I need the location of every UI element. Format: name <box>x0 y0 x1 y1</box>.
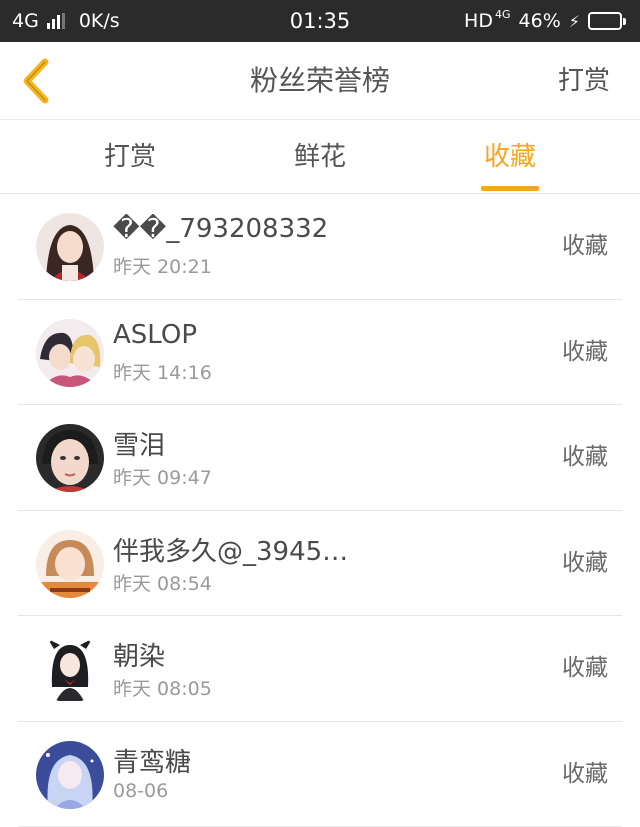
avatar <box>36 318 104 387</box>
reward-button[interactable]: 打赏 <box>558 42 610 120</box>
row-action-label: 收藏 <box>562 760 608 787</box>
avatar <box>36 213 104 281</box>
list-item[interactable]: 青鸾糖 08-06 收藏 <box>18 722 622 827</box>
page-title: 粉丝荣誉榜 <box>249 64 390 97</box>
fan-time: 昨天 20:21 <box>113 256 212 278</box>
list-item[interactable]: 雪泪 昨天 09:47 收藏 <box>18 405 622 511</box>
tab-reward[interactable]: 打赏 <box>90 120 170 194</box>
battery-percent: 46% <box>518 10 561 32</box>
network-type: 4G <box>12 10 39 32</box>
active-tab-indicator <box>481 186 539 191</box>
battery-icon <box>588 12 626 30</box>
row-action-label: 收藏 <box>562 338 608 365</box>
row-action-label: 收藏 <box>562 655 608 681</box>
avatar <box>36 424 104 492</box>
row-action-label: 收藏 <box>562 233 608 259</box>
network-speed: 0K/s <box>78 10 120 32</box>
row-action-label: 收藏 <box>562 444 608 470</box>
fan-name: ASLOP <box>113 319 197 350</box>
fan-time: 08-06 <box>113 779 169 802</box>
fan-name: 雪泪 <box>113 431 166 461</box>
fan-name: 青鸾糖 <box>113 747 192 778</box>
fan-list: ��_793208332 昨天 20:21 收藏 ASLOP 昨天 14:16 … <box>0 194 640 827</box>
signal-icon <box>46 13 65 29</box>
status-bar: 4G 0K/s 01:35 HD 4G 46% ⚡ <box>0 0 640 42</box>
status-right: HD 4G 46% ⚡ <box>464 8 626 32</box>
row-action-label: 收藏 <box>562 549 608 576</box>
list-item[interactable]: 伴我多久@_3945… 昨天 08:54 收藏 <box>18 511 622 616</box>
avatar <box>36 529 104 598</box>
nav-header: 粉丝荣誉榜 打赏 <box>0 42 640 120</box>
fan-name: 伴我多久@_3945… <box>113 536 349 567</box>
fan-name: 朝染 <box>113 642 166 672</box>
avatar <box>36 740 104 809</box>
list-item[interactable]: 朝染 昨天 08:05 收藏 <box>18 616 622 722</box>
list-item[interactable]: ��_793208332 昨天 20:21 收藏 <box>18 194 622 300</box>
fan-time: 昨天 08:54 <box>113 572 212 595</box>
list-item[interactable]: ASLOP 昨天 14:16 收藏 <box>18 300 622 405</box>
fan-time: 昨天 09:47 <box>113 467 212 489</box>
fan-time: 昨天 08:05 <box>113 678 212 700</box>
fan-name: ��_793208332 <box>113 214 329 244</box>
fan-time: 昨天 14:16 <box>113 361 212 384</box>
network-4g-indicator: 4G <box>495 8 511 21</box>
avatar <box>36 635 104 703</box>
tab-bar: 打赏 鲜花 收藏 <box>0 120 640 194</box>
status-left: 4G 0K/s <box>12 10 120 32</box>
hd-indicator: HD 4G <box>464 8 511 32</box>
tab-favorites[interactable]: 收藏 <box>470 120 550 194</box>
tab-flowers[interactable]: 鲜花 <box>280 120 360 194</box>
charging-icon: ⚡ <box>568 11 580 31</box>
